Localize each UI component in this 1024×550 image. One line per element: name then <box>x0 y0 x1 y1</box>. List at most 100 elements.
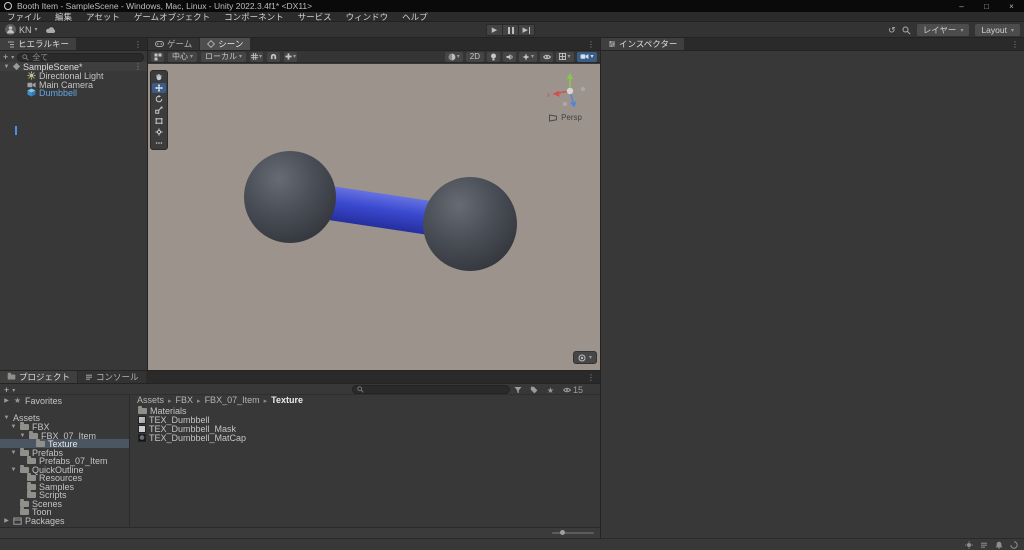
tree-item-assets[interactable]: ▼ Assets <box>0 413 129 423</box>
tree-item-packages[interactable]: ▶ Packages <box>0 516 129 526</box>
filter-by-type-button[interactable] <box>514 386 522 394</box>
2d-toggle-button[interactable]: 2D <box>465 51 484 62</box>
layout-dropdown[interactable]: Layout ▾ <box>975 24 1020 36</box>
tab-game[interactable]: ゲーム <box>148 38 200 50</box>
scene-viewport[interactable]: x Persp ▾ <box>148 64 600 370</box>
tab-scene[interactable]: シーン <box>200 38 251 50</box>
project-pane-menu[interactable]: ⋮ <box>582 371 600 383</box>
account-dropdown[interactable]: KN ▾ <box>5 24 38 35</box>
increment-snap-dropdown[interactable]: ▾ <box>284 51 298 62</box>
scene-orientation-gizmo[interactable]: x <box>546 66 594 114</box>
audio-toggle-button[interactable] <box>503 51 516 62</box>
hidden-packages-button[interactable]: 15 <box>563 385 583 395</box>
pause-button[interactable] <box>502 24 519 36</box>
menu-services[interactable]: サービス <box>291 12 339 22</box>
menu-file[interactable]: ファイル <box>0 12 48 22</box>
gizmos-dropdown[interactable]: ▾ <box>556 51 574 62</box>
expand-triangle-icon[interactable]: ▼ <box>3 64 10 70</box>
search-button[interactable] <box>902 26 911 35</box>
scene-row-menu[interactable]: ⋮ <box>129 62 147 71</box>
inspector-pane-menu[interactable]: ⋮ <box>1006 38 1024 50</box>
menu-bar: ファイル 編集 アセット ゲームオブジェクト コンポーネント サービス ウィンド… <box>0 12 1024 22</box>
tree-item-favorites[interactable]: ▶ ★ Favorites <box>0 396 129 406</box>
scene-camera-overlay-button[interactable]: ▾ <box>572 351 597 364</box>
rotate-tool-button[interactable] <box>152 94 166 104</box>
orientation-mode-dropdown[interactable]: ローカル ▾ <box>201 51 247 62</box>
tab-project[interactable]: プロジェクト <box>0 371 78 383</box>
step-button[interactable]: ▶ <box>518 24 535 36</box>
play-button[interactable]: ▶ <box>486 24 503 36</box>
tab-inspector[interactable]: インスペクター <box>601 38 685 50</box>
breadcrumb-item[interactable]: FBX_07_Item <box>193 395 260 405</box>
maximize-button[interactable]: □ <box>974 0 999 12</box>
tab-console-label: コンソール <box>96 372 139 382</box>
custom-tool-button[interactable] <box>152 138 166 148</box>
activity-progress-icon[interactable] <box>1010 540 1018 549</box>
tree-item-texture-selected[interactable]: Texture <box>0 438 129 449</box>
pivot-mode-dropdown[interactable]: 中心 ▾ <box>168 51 198 62</box>
minimize-button[interactable]: – <box>949 0 974 12</box>
rect-tool-button[interactable] <box>152 116 166 126</box>
hierarchy-add-button[interactable]: + <box>3 52 8 62</box>
hierarchy-item-dumbbell[interactable]: Dumbbell <box>0 88 147 98</box>
expand-triangle-icon[interactable]: ▼ <box>10 450 17 456</box>
breadcrumb-item[interactable]: FBX <box>164 395 194 405</box>
menu-component[interactable]: コンポーネント <box>217 12 291 22</box>
expand-triangle-icon[interactable]: ▶ <box>3 517 10 524</box>
thumbnail-zoom-slider[interactable] <box>552 530 594 535</box>
hierarchy-search-input[interactable]: 全て <box>17 52 144 62</box>
menu-window[interactable]: ウィンドウ <box>339 12 396 22</box>
file-item-tex-dumbbell-matcap[interactable]: TEX_Dumbbell_MatCap <box>131 433 600 443</box>
scene-visibility-toggle[interactable] <box>540 51 553 62</box>
projection-mode-button[interactable]: Persp <box>548 113 582 122</box>
unity-logo-icon <box>4 2 12 10</box>
expand-triangle-icon[interactable]: ▼ <box>10 467 17 473</box>
filter-by-label-button[interactable] <box>530 386 538 394</box>
auto-generate-lighting-icon[interactable] <box>965 540 973 549</box>
notification-bell-icon[interactable] <box>995 541 1003 549</box>
transform-tool-button[interactable] <box>152 127 166 137</box>
zoom-slider-handle[interactable] <box>560 530 565 535</box>
snap-toggle-button[interactable] <box>267 51 281 62</box>
expand-triangle-icon[interactable]: ▶ <box>3 397 10 404</box>
project-files-pane: Assets FBX FBX_07_Item Texture Materials… <box>131 395 600 527</box>
close-button[interactable]: × <box>999 0 1024 12</box>
project-add-button[interactable]: + <box>4 385 9 395</box>
breadcrumb-item[interactable]: Assets <box>137 395 164 405</box>
menu-help[interactable]: ヘルプ <box>395 12 435 22</box>
save-search-button[interactable]: ★ <box>546 386 555 395</box>
project-search-input[interactable] <box>352 385 510 394</box>
tool-settings-button[interactable] <box>151 51 164 62</box>
undo-history-button[interactable]: ↺ <box>888 25 896 36</box>
hierarchy-pane-menu[interactable]: ⋮ <box>129 38 147 50</box>
dumbbell-sphere-right <box>423 177 517 271</box>
view-tool-button[interactable] <box>152 72 166 82</box>
grid-snapping-dropdown[interactable]: ▾ <box>250 51 264 62</box>
layers-dropdown[interactable]: レイヤー ▾ <box>916 24 970 36</box>
move-tool-button[interactable] <box>152 83 166 93</box>
breadcrumb-item-current[interactable]: Texture <box>260 395 303 405</box>
tab-console[interactable]: コンソール <box>78 371 146 383</box>
console-status-icon[interactable] <box>980 541 988 549</box>
menu-assets[interactable]: アセット <box>79 12 127 22</box>
effects-dropdown[interactable]: ▾ <box>519 51 537 62</box>
cloud-services-button[interactable] <box>45 26 56 34</box>
menu-gameobject[interactable]: ゲームオブジェクト <box>127 12 217 22</box>
scene-pane-menu[interactable]: ⋮ <box>582 38 600 50</box>
lighting-toggle-button[interactable] <box>487 51 500 62</box>
expand-triangle-icon[interactable]: ▼ <box>19 433 26 439</box>
expand-triangle-icon[interactable]: ▼ <box>10 424 17 430</box>
hierarchy-icon <box>8 41 14 48</box>
tree-item-scripts[interactable]: Scripts <box>0 489 129 500</box>
expand-triangle-icon[interactable]: ▼ <box>3 415 10 421</box>
folder-icon <box>27 481 36 490</box>
scale-tool-button[interactable] <box>152 105 166 115</box>
axis-negative-handle <box>580 86 586 92</box>
tab-hierarchy[interactable]: ヒエラルキー <box>0 38 77 50</box>
draw-mode-dropdown[interactable]: ▾ <box>444 51 463 62</box>
light-icon <box>27 71 36 80</box>
scene-camera-dropdown[interactable]: ▾ <box>577 51 597 62</box>
texture-thumbnail-icon <box>138 415 146 424</box>
menu-edit[interactable]: 編集 <box>48 12 79 22</box>
layers-label: レイヤー <box>922 25 957 35</box>
